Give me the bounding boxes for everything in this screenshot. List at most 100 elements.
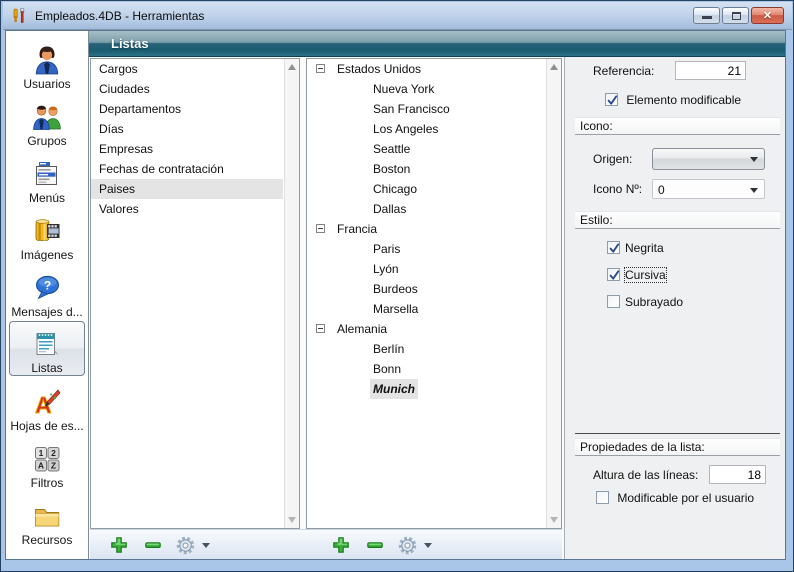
subrayado-checkbox[interactable] [607,295,620,308]
sidebar-item-usuarios[interactable]: Usuarios [9,36,85,91]
tree-scrollbar[interactable] [546,59,561,528]
app-frame: Usuarios Grupos MenúsImágenes?Mensajes d..… [5,30,786,560]
sidebar-item-listas[interactable]: Listas [9,321,85,376]
origen-label: Origen: [593,152,632,166]
sidebar-item-label: Filtros [31,476,64,490]
sidebar-item-recursos[interactable]: Recursos [9,492,85,547]
icono-n-dropdown[interactable]: 0 [652,179,765,199]
list-gear-caret-icon[interactable] [202,543,210,548]
style-option-subrayado[interactable]: Subrayado [607,295,794,309]
tree-gear-menu-button[interactable] [396,534,418,556]
icono-n-label: Icono Nº: [593,182,642,196]
lista-section-header: Propiedades de la lista: [575,438,780,456]
tree-items: Estados UnidosNueva YorkSan FranciscoLos… [307,59,561,399]
tree-item[interactable]: Burdeos [307,279,561,299]
sidebar-item-hojas[interactable]: AHojas de es... [9,378,85,433]
tree-item[interactable]: Boston [307,159,561,179]
tree-item[interactable]: Los Angeles [307,119,561,139]
tree-panel: Estados UnidosNueva YorkSan FranciscoLos… [306,58,562,529]
tree-item[interactable]: Lyón [307,259,561,279]
list-remove-button[interactable] [142,534,164,556]
lists-scrollbar[interactable] [284,59,299,528]
tree-item[interactable]: San Francisco [307,99,561,119]
style-option-cursiva[interactable]: Cursiva [607,268,794,282]
tree-item-label: Paris [370,239,403,259]
list-item[interactable]: Paises [91,179,283,199]
tree-item-label: Dallas [370,199,409,219]
sidebar-item-imagenes[interactable]: Imágenes [9,207,85,262]
elemento-modificable-row[interactable]: Elemento modificable [605,93,794,107]
list-item[interactable]: Departamentos [91,99,283,119]
tree-node[interactable]: Francia [307,219,561,239]
filter-keys-icon: 12AZ [32,443,62,475]
tree-item[interactable]: Seattle [307,139,561,159]
cursiva-checkbox[interactable] [607,268,620,281]
sidebar-item-label: Listas [31,361,62,375]
list-item[interactable]: Empresas [91,139,283,159]
sidebar-item-filtros[interactable]: 12AZFiltros [9,435,85,490]
tree-node[interactable]: Alemania [307,319,561,339]
collapse-box-icon[interactable] [316,224,325,233]
list-item[interactable]: Ciudades [91,79,283,99]
tree-add-button[interactable] [330,534,352,556]
style-sheet-icon: A [32,386,62,418]
negrita-checkbox[interactable] [607,241,620,254]
window-title: Empleados.4DB - Herramientas [35,9,204,23]
sidebar-item-label: Recursos [22,533,73,547]
tree-gear-caret-icon[interactable] [424,543,432,548]
tree-item[interactable]: Nueva York [307,79,561,99]
tree-item-label: Burdeos [370,279,421,299]
modificable-usuario-row[interactable]: Modificable por el usuario [596,491,794,505]
svg-text:2: 2 [51,448,56,458]
altura-input[interactable] [709,465,766,484]
modificable-usuario-label: Modificable por el usuario [617,491,754,505]
tree-item[interactable]: Marsella [307,299,561,319]
scroll-down-icon[interactable] [550,517,558,523]
tree-item[interactable]: Bonn [307,359,561,379]
list-item[interactable]: Fechas de contratación [91,159,283,179]
svg-text:1: 1 [39,448,44,458]
sidebar-item-mensajes[interactable]: ?Mensajes d... [9,264,85,319]
elemento-modificable-checkbox[interactable] [605,93,618,106]
collapse-box-icon[interactable] [316,324,325,333]
list-items: CargosCiudadesDepartamentosDíasEmpresasF… [91,59,299,219]
maximize-button[interactable] [722,7,749,24]
sidebar-item-label: Grupos [27,134,66,148]
tree-item-label: Boston [370,159,413,179]
svg-text:A: A [38,461,44,471]
tree-item[interactable]: Munich [307,379,561,399]
tree-item-label: Los Angeles [370,119,441,139]
sidebar-item-menus[interactable]: Menús [9,150,85,205]
group-icon [32,101,62,133]
scroll-up-icon[interactable] [288,64,296,70]
tree-item[interactable]: Chicago [307,179,561,199]
sidebar-item-grupos[interactable]: Grupos [9,93,85,148]
origen-dropdown[interactable] [652,148,765,170]
tree-item-label: Chicago [370,179,420,199]
bottom-toolbar [90,529,562,559]
tree-item[interactable]: Dallas [307,199,561,219]
tree-node[interactable]: Estados Unidos [307,59,561,79]
modificable-usuario-checkbox[interactable] [596,491,609,504]
tree-item[interactable]: Paris [307,239,561,259]
tree-node-label: Francia [334,219,380,239]
list-item[interactable]: Valores [91,199,283,219]
tree-item[interactable]: Berlín [307,339,561,359]
scroll-down-icon[interactable] [288,517,296,523]
altura-label: Altura de las líneas: [593,468,698,482]
list-gear-menu-button[interactable] [174,534,196,556]
list-add-button[interactable] [108,534,130,556]
minimize-button[interactable] [693,7,720,24]
list-item[interactable]: Días [91,119,283,139]
collapse-box-icon[interactable] [316,64,325,73]
list-item[interactable]: Cargos [91,59,283,79]
scroll-up-icon[interactable] [550,64,558,70]
title-bar[interactable]: Empleados.4DB - Herramientas ✕ [3,2,792,30]
referencia-input[interactable] [675,61,746,80]
notepad-icon [32,328,62,360]
tree-remove-button[interactable] [364,534,386,556]
cursiva-label: Cursiva [625,268,666,282]
style-option-negrita[interactable]: Negrita [607,241,794,255]
close-button[interactable]: ✕ [751,7,784,24]
chevron-down-icon [750,188,758,193]
